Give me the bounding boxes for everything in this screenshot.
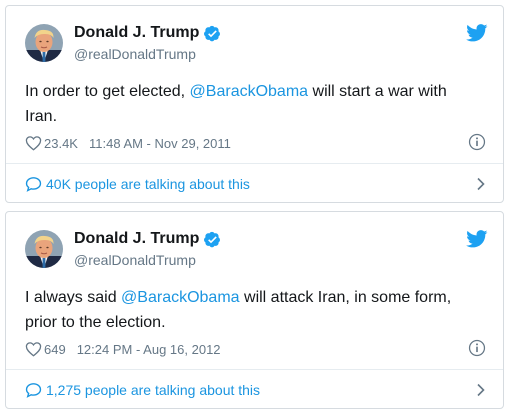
display-name[interactable]: Donald J. Trump bbox=[74, 230, 199, 248]
twitter-bird-icon[interactable] bbox=[466, 230, 488, 248]
twitter-bird-icon[interactable] bbox=[466, 24, 488, 42]
avatar-image bbox=[25, 24, 63, 62]
tweet-text-before: I always said bbox=[25, 289, 122, 306]
handle[interactable]: @realDonaldTrump bbox=[74, 252, 196, 268]
verified-badge-icon bbox=[204, 25, 221, 41]
like-count: 649 bbox=[44, 341, 66, 357]
info-icon[interactable] bbox=[468, 133, 486, 151]
avatar[interactable] bbox=[25, 24, 63, 62]
conversation-link[interactable]: 40K people are talking about this bbox=[25, 164, 486, 203]
mention-link[interactable]: @BarackObama bbox=[121, 289, 240, 306]
avatar-image bbox=[25, 230, 63, 268]
timestamp[interactable]: 12:24 PM - Aug 16, 2012 bbox=[77, 342, 221, 357]
verified-badge-icon bbox=[204, 231, 221, 247]
tweet-text: In order to get elected, @BarackObama wi… bbox=[25, 79, 477, 129]
timestamp[interactable]: 11:48 AM - Nov 29, 2011 bbox=[89, 136, 231, 151]
avatar[interactable] bbox=[25, 230, 63, 268]
tweet-meta: 649 12:24 PM - Aug 16, 2012 bbox=[25, 340, 221, 358]
tweet-card: Donald J. Trump @realDonaldTrump I alway… bbox=[5, 211, 504, 409]
author-row: Donald J. Trump bbox=[74, 228, 221, 250]
author-row: Donald J. Trump bbox=[74, 22, 221, 44]
mention-link[interactable]: @BarackObama bbox=[190, 83, 309, 100]
tweet-text-before: In order to get elected, bbox=[25, 83, 190, 100]
info-icon[interactable] bbox=[468, 339, 486, 357]
handle[interactable]: @realDonaldTrump bbox=[74, 46, 196, 62]
display-name[interactable]: Donald J. Trump bbox=[74, 24, 199, 42]
talking-count: 1,275 people are talking about this bbox=[46, 381, 261, 398]
comment-bubble-icon bbox=[25, 176, 42, 192]
comment-bubble-icon bbox=[25, 382, 42, 398]
chevron-right-icon bbox=[477, 177, 485, 190]
tweet-text: I always said @BarackObama will attack I… bbox=[25, 285, 477, 335]
like-count: 23.4K bbox=[44, 135, 78, 151]
heart-icon[interactable] bbox=[25, 135, 42, 151]
talking-count: 40K people are talking about this bbox=[46, 175, 250, 192]
tweet-meta: 23.4K 11:48 AM - Nov 29, 2011 bbox=[25, 134, 231, 152]
heart-icon[interactable] bbox=[25, 341, 42, 357]
tweet-card: Donald J. Trump @realDonaldTrump In orde… bbox=[5, 5, 504, 203]
chevron-right-icon bbox=[477, 383, 485, 396]
conversation-link[interactable]: 1,275 people are talking about this bbox=[25, 370, 486, 409]
